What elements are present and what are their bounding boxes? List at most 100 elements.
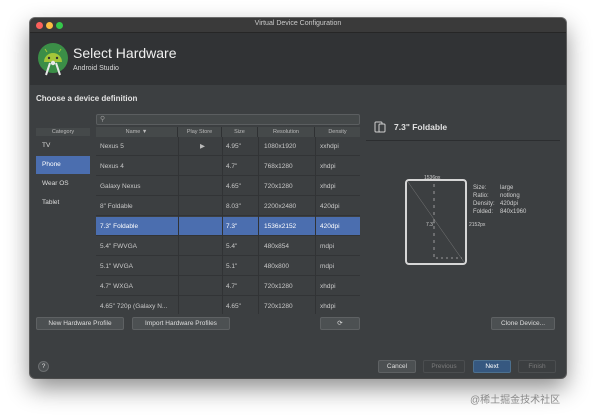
column-header-size[interactable]: Size	[222, 127, 258, 137]
device-play-store	[200, 277, 220, 296]
refresh-icon: ⟳	[337, 320, 343, 327]
device-name: 7.3" Foldable	[100, 223, 139, 230]
section-title: Choose a device definition	[36, 94, 138, 103]
device-resolution: 768x1280	[264, 163, 293, 170]
device-density: xhdpi	[320, 163, 336, 170]
device-density: xxhdpi	[320, 143, 339, 150]
category-item-phone[interactable]: Phone	[36, 156, 90, 174]
refresh-button[interactable]: ⟳	[320, 317, 360, 330]
import-hardware-profiles-button[interactable]: Import Hardware Profiles	[132, 317, 230, 330]
preview-title: 7.3" Foldable	[394, 122, 448, 132]
device-resolution: 480x800	[264, 263, 289, 270]
device-name: 5.4" FWVGA	[100, 243, 137, 250]
device-resolution: 720x1280	[264, 283, 293, 290]
device-density: 420dpi	[320, 223, 340, 230]
spec-folded: Folded: 840x1960	[473, 209, 526, 215]
device-density: 420dpi	[320, 203, 340, 210]
preview-diagonal-label: 7.3"	[426, 222, 435, 228]
help-button[interactable]: ?	[38, 361, 49, 372]
previous-button[interactable]: Previous	[423, 360, 465, 373]
table-row[interactable]: Nexus 5 ▶ 4.95" 1080x1920 xxhdpi	[96, 137, 360, 156]
device-density: xhdpi	[320, 183, 336, 190]
clone-device-button[interactable]: Clone Device...	[491, 317, 555, 330]
device-play-store	[200, 297, 220, 314]
device-size: 4.95"	[226, 143, 241, 150]
device-size: 4.7"	[226, 163, 238, 170]
device-resolution: 2200x2480	[264, 203, 297, 210]
device-resolution: 720x1280	[264, 183, 293, 190]
new-hardware-profile-button[interactable]: New Hardware Profile	[36, 317, 124, 330]
spec-value: notlong	[500, 193, 520, 199]
preview-width-label: 1536px	[424, 175, 441, 181]
device-resolution: 1536x2152	[264, 223, 297, 230]
finish-button[interactable]: Finish	[518, 360, 556, 373]
device-play-store	[200, 257, 220, 276]
category-header: Category	[36, 128, 90, 136]
device-size: 5.4"	[226, 243, 238, 250]
device-play-store	[200, 157, 220, 176]
spec-label: Folded:	[473, 209, 494, 215]
spec-value: 420dpi	[500, 201, 519, 207]
table-row-selected[interactable]: 7.3" Foldable 7.3" 1536x2152 420dpi	[96, 217, 360, 236]
column-header-density[interactable]: Density	[315, 127, 360, 137]
header-title: Select Hardware	[73, 45, 177, 61]
device-name: Nexus 4	[100, 163, 124, 170]
category-item-tablet[interactable]: Tablet	[36, 194, 90, 212]
title-bar: Virtual Device Configuration	[30, 18, 566, 33]
next-button[interactable]: Next	[473, 360, 511, 373]
preview-height-label: 2152px	[469, 222, 486, 228]
column-header-resolution[interactable]: Resolution	[258, 127, 315, 137]
device-size: 4.65"	[226, 183, 241, 190]
column-divider	[222, 137, 223, 314]
device-size: 7.3"	[226, 223, 238, 230]
dialog-header: Select Hardware Android Studio	[30, 33, 566, 85]
device-play-store	[200, 217, 220, 236]
device-icon	[374, 121, 386, 133]
column-header-name[interactable]: Name ▼	[96, 127, 178, 137]
device-preview-panel: 7.3" Foldable 1536px 2152px 7.3" Size: la…	[366, 114, 560, 314]
spec-label: Ratio:	[473, 193, 489, 199]
device-name: Nexus 5	[100, 143, 124, 150]
category-item-wear-os[interactable]: Wear OS	[36, 175, 90, 193]
spec-density: Density: 420dpi	[473, 201, 518, 207]
watermark-text: @稀土掘金技术社区	[470, 395, 561, 406]
device-name: Galaxy Nexus	[100, 183, 141, 190]
column-divider	[178, 137, 179, 314]
spec-size: Size: large	[473, 185, 513, 191]
device-size: 4.7"	[226, 283, 238, 290]
column-header-play-store[interactable]: Play Store	[178, 127, 222, 137]
device-name: 8" Foldable	[100, 203, 133, 210]
table-row[interactable]: Galaxy Nexus 4.65" 720x1280 xhdpi	[96, 177, 360, 196]
cancel-button[interactable]: Cancel	[378, 360, 416, 373]
device-name: 5.1" WVGA	[100, 263, 134, 270]
table-header: Name ▼ Play Store Size Resolution Densit…	[96, 127, 360, 137]
device-play-store	[200, 237, 220, 256]
device-density: mdpi	[320, 263, 335, 270]
table-row[interactable]: 5.4" FWVGA 5.4" 480x854 mdpi	[96, 237, 360, 256]
spec-value: 840x1960	[500, 209, 527, 215]
device-play-store	[200, 197, 220, 216]
device-size: 5.1"	[226, 263, 238, 270]
category-item-tv[interactable]: TV	[36, 137, 90, 155]
spec-value: large	[500, 185, 514, 191]
table-row[interactable]: 8" Foldable 8.03" 2200x2480 420dpi	[96, 197, 360, 216]
device-resolution: 1080x1920	[264, 143, 297, 150]
window-title: Virtual Device Configuration	[254, 20, 342, 27]
device-density: xhdpi	[320, 283, 336, 290]
virtual-device-dialog: Virtual Device Configuration Select Hard…	[30, 18, 566, 378]
device-size: 4.65"	[226, 303, 241, 310]
table-row[interactable]: 4.65" 720p (Galaxy N... 4.65" 720x1280 x…	[96, 297, 360, 314]
search-icon: ⚲	[100, 116, 106, 123]
header-subtitle: Android Studio	[73, 65, 119, 72]
search-input[interactable]: ⚲	[96, 114, 360, 125]
table-row[interactable]: 4.7" WXGA 4.7" 720x1280 xhdpi	[96, 277, 360, 296]
table-row[interactable]: 5.1" WVGA 5.1" 480x800 mdpi	[96, 257, 360, 276]
table-row[interactable]: Nexus 4 4.7" 768x1280 xhdpi	[96, 157, 360, 176]
device-resolution: 480x854	[264, 243, 289, 250]
spec-ratio: Ratio: notlong	[473, 193, 520, 199]
column-divider	[258, 137, 259, 314]
device-name: 4.7" WXGA	[100, 283, 134, 290]
device-name: 4.65" 720p (Galaxy N...	[100, 303, 168, 310]
device-density: xhdpi	[320, 303, 336, 310]
device-density: mdpi	[320, 243, 335, 250]
